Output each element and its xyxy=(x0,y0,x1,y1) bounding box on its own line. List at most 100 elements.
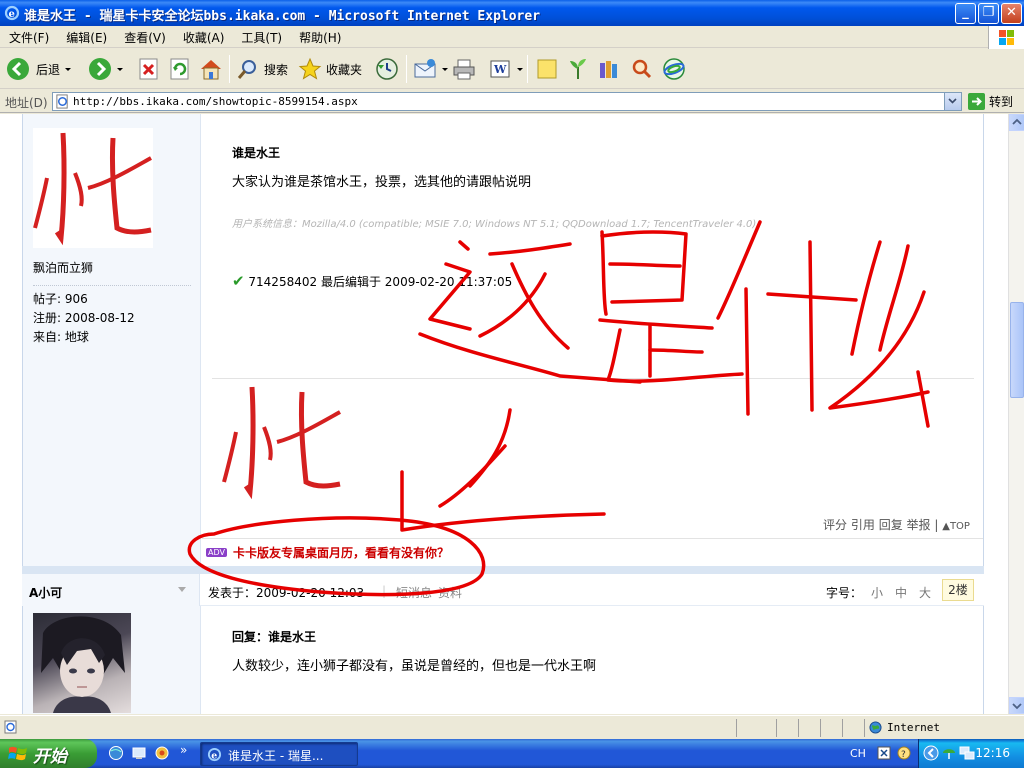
chevron-double-right-icon[interactable]: » xyxy=(180,743,187,757)
reply-link[interactable]: 回复 xyxy=(879,518,903,532)
taskbar-window-item[interactable]: e 谁是水王 - 瑞星... xyxy=(200,742,358,766)
post-body: 大家认为谁是茶馆水王，投票，选其他的请跟帖说明 xyxy=(232,175,532,190)
mail-button[interactable] xyxy=(413,55,448,83)
globe-icon xyxy=(869,721,882,734)
ie-quicklaunch-icon[interactable] xyxy=(108,745,124,761)
favorites-button[interactable]: 收藏夹 xyxy=(298,55,362,83)
app-quicklaunch-icon[interactable] xyxy=(154,745,170,761)
caret-up-icon: ▲ xyxy=(942,521,950,532)
floor-badge: 2楼 xyxy=(942,579,974,601)
chevron-up-icon xyxy=(1012,118,1022,125)
user-from: 来自: 地球 xyxy=(33,330,89,344)
go-button[interactable]: 转到 xyxy=(968,93,1013,110)
go-label: 转到 xyxy=(989,95,1014,109)
start-button[interactable]: 开始 xyxy=(0,739,97,768)
menu-bar: 文件(F) 编辑(E) 查看(V) 收藏(A) 工具(T) 帮助(H) xyxy=(0,26,1024,50)
quote-link[interactable]: 引用 xyxy=(851,518,875,532)
clock[interactable]: 12:16 xyxy=(975,746,1010,760)
font-large-link[interactable]: 大 xyxy=(919,584,931,601)
discuss-button[interactable] xyxy=(535,55,559,83)
tray-collapse-icon[interactable] xyxy=(923,745,939,761)
menu-file[interactable]: 文件(F) xyxy=(0,26,57,47)
avatar[interactable] xyxy=(33,613,131,713)
address-label: 地址(D) xyxy=(5,96,48,110)
action-separator: | xyxy=(934,518,939,532)
font-medium-link[interactable]: 中 xyxy=(895,584,907,601)
signature-image xyxy=(222,386,341,500)
menu-tools[interactable]: 工具(T) xyxy=(232,26,290,47)
post-2: 回复：谁是水王 人数较少，连小狮子都没有，虽说是曾经的，但也是一代水王啊 xyxy=(22,606,984,714)
close-button[interactable]: ✕ xyxy=(1001,3,1022,24)
windows-logo-icon xyxy=(988,26,1024,50)
vertical-scrollbar[interactable] xyxy=(1008,114,1024,714)
refresh-button[interactable] xyxy=(168,55,192,83)
chevron-down-icon[interactable] xyxy=(517,67,523,71)
home-button[interactable] xyxy=(199,55,223,83)
page-content: 飘泊而立狮 帖子: 906 注册: 2008-08-12 来自: 地球 谁是水王… xyxy=(0,114,1008,714)
svg-text:W: W xyxy=(493,63,507,76)
star-icon xyxy=(298,57,322,80)
forward-button[interactable] xyxy=(88,55,123,83)
chevron-down-icon[interactable] xyxy=(178,587,186,592)
back-arrow-icon xyxy=(7,58,29,80)
post-separator xyxy=(22,566,984,574)
menu-favorites[interactable]: 收藏(A) xyxy=(174,26,233,47)
scroll-thumb[interactable] xyxy=(1010,302,1024,398)
network-icon[interactable] xyxy=(959,745,975,761)
help-icon[interactable]: ? xyxy=(896,745,912,761)
language-indicator[interactable]: CH xyxy=(850,747,866,760)
print-button[interactable] xyxy=(452,55,476,83)
username[interactable]: 飘泊而立狮 xyxy=(33,259,93,276)
adv-badge: ADV xyxy=(206,548,227,557)
scroll-down-button[interactable] xyxy=(1009,697,1024,714)
scroll-up-button[interactable] xyxy=(1009,114,1024,131)
chevron-down-icon xyxy=(948,98,957,104)
antivirus-umbrella-icon[interactable] xyxy=(941,745,957,761)
avatar[interactable] xyxy=(33,128,153,248)
window-title-bar[interactable]: e 谁是水王 - 瑞星卡卡安全论坛bbs.ikaka.com - Microso… xyxy=(0,0,1024,26)
font-small-link[interactable]: 小 xyxy=(871,584,883,601)
top-link[interactable]: ▲TOP xyxy=(942,521,970,532)
messenger-button[interactable] xyxy=(566,55,590,83)
addon-button[interactable] xyxy=(662,55,686,83)
chevron-down-icon[interactable] xyxy=(65,67,72,71)
post-2-body-panel: 回复：谁是水王 人数较少，连小狮子都没有，虽说是曾经的，但也是一代水王啊 xyxy=(202,606,983,714)
svg-text:?: ? xyxy=(901,750,906,760)
chevron-down-icon[interactable] xyxy=(442,67,448,71)
edit-button[interactable]: W xyxy=(488,55,523,83)
research-button[interactable] xyxy=(597,55,621,83)
history-icon xyxy=(376,58,398,80)
anime-avatar-image xyxy=(41,616,125,713)
stop-button[interactable] xyxy=(137,55,161,83)
post-2-username[interactable]: A小可 xyxy=(29,584,62,601)
back-label: 后退 xyxy=(36,62,61,77)
rate-link[interactable]: 评分 xyxy=(823,518,847,532)
address-url: http://bbs.ikaka.com/showtopic-8599154.a… xyxy=(73,95,358,108)
address-dropdown[interactable] xyxy=(944,93,961,110)
history-button[interactable] xyxy=(375,55,399,83)
search-button[interactable]: 搜索 xyxy=(236,55,288,83)
menu-view[interactable]: 查看(V) xyxy=(115,26,174,47)
minimize-button[interactable]: _ xyxy=(955,3,976,24)
status-panel xyxy=(776,719,798,737)
chevron-down-icon[interactable] xyxy=(117,67,123,71)
address-input[interactable]: http://bbs.ikaka.com/showtopic-8599154.a… xyxy=(52,92,962,111)
menu-edit[interactable]: 编辑(E) xyxy=(57,26,115,47)
ime-icon[interactable] xyxy=(876,745,892,761)
status-panel xyxy=(736,719,776,737)
profile-link[interactable]: 资料 xyxy=(438,584,462,601)
report-link[interactable]: 举报 xyxy=(907,518,931,532)
system-tray: 12:16 xyxy=(918,739,1024,768)
maximize-button[interactable]: ❐ xyxy=(978,3,999,24)
checkmark-icon: ✔ xyxy=(232,272,245,290)
menu-help[interactable]: 帮助(H) xyxy=(290,26,349,47)
zone-panel: Internet xyxy=(864,719,1024,737)
desktop-quicklaunch-icon[interactable] xyxy=(131,745,147,761)
back-button[interactable]: 后退 xyxy=(6,55,72,83)
ie-icon: e xyxy=(4,5,20,21)
plant-icon xyxy=(570,59,586,79)
rising-button[interactable] xyxy=(629,55,653,83)
orbit-logo-icon xyxy=(663,58,685,80)
ad-link[interactable]: ADV 卡卡版友专属桌面月历，看看有没有你？ xyxy=(206,544,449,561)
sms-link[interactable]: 短消息 xyxy=(396,584,432,601)
